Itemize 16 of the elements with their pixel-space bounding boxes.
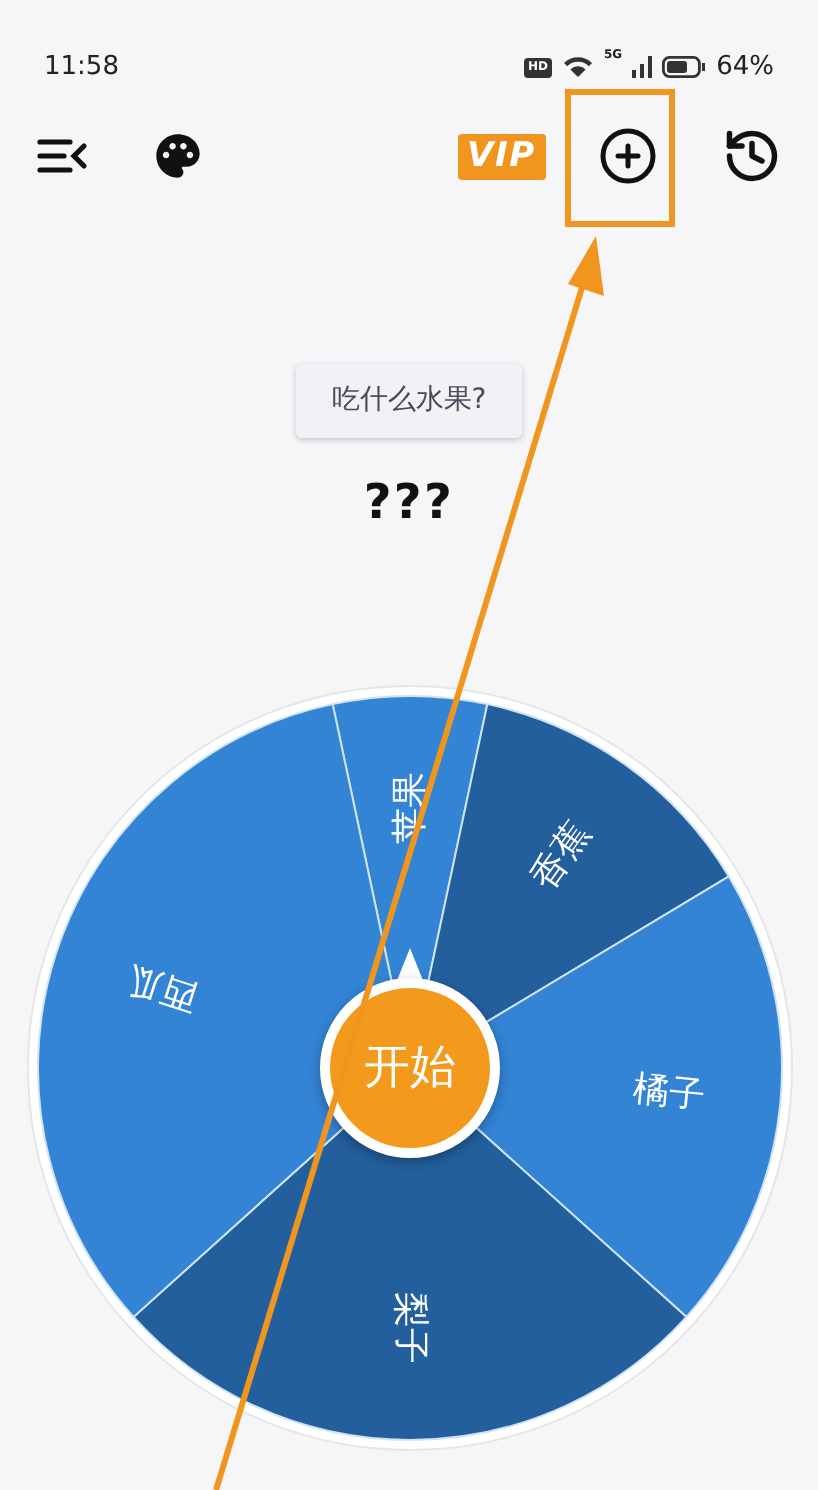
battery-percent: 64% bbox=[716, 50, 774, 86]
question-card[interactable]: 吃什么水果? bbox=[295, 364, 523, 438]
segment-label: 梨子 bbox=[389, 1292, 431, 1365]
history-icon[interactable] bbox=[722, 126, 782, 186]
add-icon[interactable] bbox=[598, 126, 658, 186]
palette-icon[interactable] bbox=[152, 130, 204, 182]
battery-icon bbox=[662, 56, 707, 79]
clock: 11:58 bbox=[44, 50, 119, 86]
segment-label: 西瓜 bbox=[121, 956, 204, 1019]
signal-icon bbox=[632, 56, 653, 79]
result-text: ??? bbox=[363, 472, 455, 534]
segment-label: 橘子 bbox=[631, 1068, 708, 1118]
menu-icon[interactable] bbox=[36, 136, 88, 176]
segment-label: 香蕉 bbox=[523, 814, 600, 898]
wifi-icon bbox=[561, 54, 594, 81]
highlight-frame bbox=[564, 88, 676, 228]
